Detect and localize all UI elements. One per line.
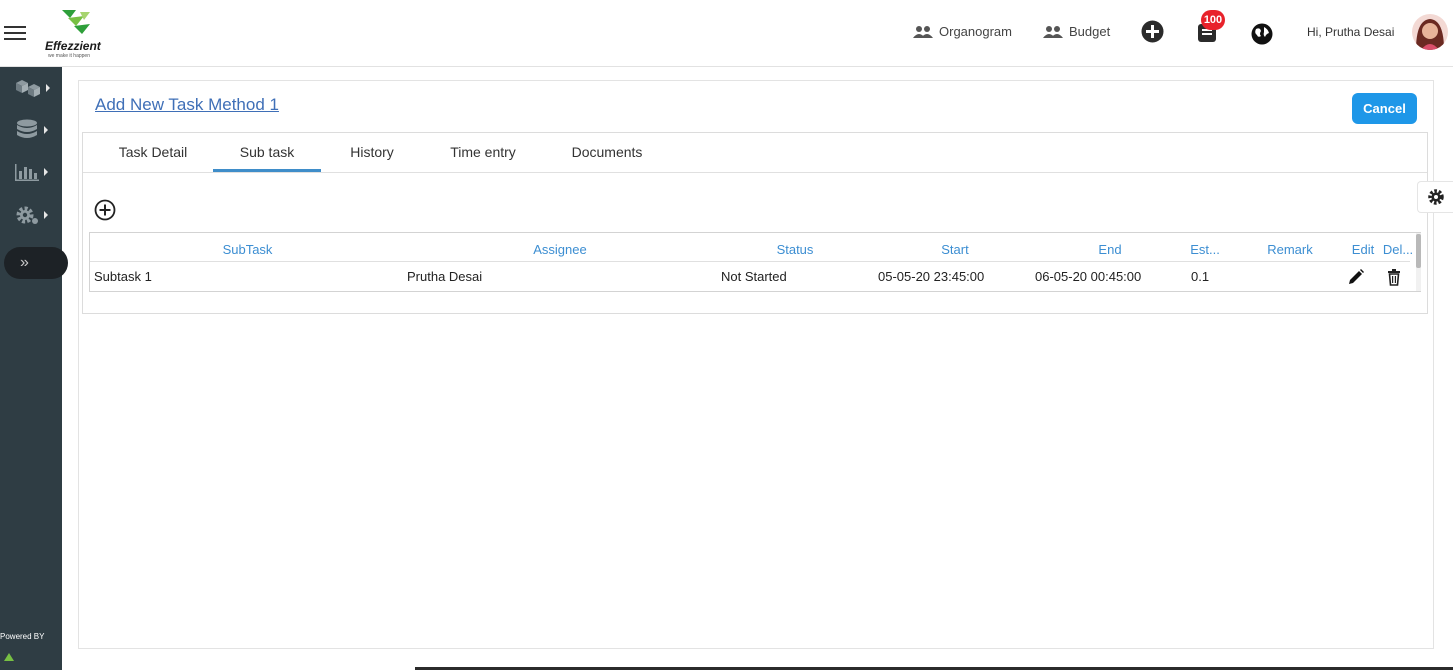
database-icon	[17, 119, 37, 138]
tab-task-detail[interactable]: Task Detail	[107, 133, 199, 172]
cell-start: 05-05-20 23:45:00	[878, 269, 985, 284]
globe-icon[interactable]	[1251, 23, 1273, 45]
tab-sub-task[interactable]: Sub task	[213, 133, 321, 172]
cell-status: Not Started	[721, 269, 787, 284]
grid-scrollbar-thumb[interactable]	[1416, 234, 1421, 268]
logo-name: Effezzient	[45, 39, 101, 53]
add-circle-icon[interactable]	[1141, 20, 1164, 43]
powered-by-label: Powered BY	[0, 632, 45, 641]
avatar[interactable]	[1412, 14, 1448, 50]
people-icon	[1043, 25, 1063, 38]
column-header-start[interactable]: Start	[875, 242, 1035, 257]
tab-history[interactable]: History	[339, 133, 405, 172]
tab-bar: Task Detail Sub task History Time entry …	[83, 133, 1427, 173]
user-avatar-icon	[1412, 14, 1448, 50]
tab-documents[interactable]: Documents	[563, 133, 651, 172]
cell-end: 06-05-20 00:45:00	[1035, 269, 1142, 284]
boxes-icon	[16, 80, 40, 97]
cancel-button[interactable]: Cancel	[1352, 93, 1417, 124]
sidebar-item-settings[interactable]	[14, 202, 54, 228]
task-panel: Task Detail Sub task History Time entry …	[82, 132, 1428, 314]
gear-icon	[1427, 189, 1444, 205]
page-title[interactable]: Add New Task Method 1	[95, 95, 279, 115]
settings-panel-button[interactable]	[1417, 181, 1453, 213]
column-header-edit[interactable]: Edit	[1345, 242, 1381, 257]
cell-estimate: 0.1	[1191, 269, 1210, 284]
top-bar: Effezzient we make it happen Organogram …	[0, 0, 1453, 67]
gear-icon	[16, 206, 38, 224]
column-header-remark[interactable]: Remark	[1235, 242, 1345, 257]
user-greeting: Hi, Prutha Desai	[1307, 25, 1395, 39]
logo-mark-icon	[62, 10, 90, 34]
column-header-status[interactable]: Status	[715, 242, 875, 257]
sidebar: » Powered BY	[0, 67, 68, 670]
table-row[interactable]: Subtask 1 Prutha Desai Not Started 05-05…	[90, 262, 1410, 291]
bar-chart-icon	[15, 164, 39, 181]
sidebar-item-database[interactable]	[14, 117, 54, 143]
budget-label: Budget	[1069, 24, 1111, 39]
logo-tagline: we make it happen	[48, 53, 90, 59]
organogram-link[interactable]: Organogram	[913, 24, 1012, 39]
grid-header: SubTask Assignee Status Start End Est...…	[90, 233, 1413, 262]
people-icon	[913, 25, 933, 38]
hamburger-menu-icon[interactable]	[4, 26, 26, 42]
cell-subtask: Subtask 1	[94, 269, 152, 284]
cell-assignee: Prutha Desai	[407, 269, 483, 284]
sidebar-item-modules[interactable]	[14, 75, 54, 101]
budget-link[interactable]: Budget	[1043, 24, 1110, 39]
column-header-subtask[interactable]: SubTask	[90, 242, 405, 257]
sidebar-item-reports[interactable]	[14, 159, 54, 185]
subtask-grid: SubTask Assignee Status Start End Est...…	[89, 232, 1421, 292]
notification-badge: 100	[1201, 10, 1225, 30]
tab-time-entry[interactable]: Time entry	[443, 133, 523, 172]
add-subtask-icon[interactable]	[94, 199, 116, 221]
organogram-label: Organogram	[939, 24, 1012, 39]
sidebar-expand-button[interactable]: »	[4, 247, 68, 279]
pencil-icon[interactable]	[1347, 268, 1365, 286]
powered-by-logo-icon	[4, 653, 14, 661]
column-header-end[interactable]: End	[1035, 242, 1185, 257]
column-header-delete[interactable]: Del...	[1382, 242, 1414, 257]
main-content: Add New Task Method 1 Cancel Task Detail…	[78, 80, 1434, 649]
logo[interactable]: Effezzient we make it happen	[44, 6, 114, 62]
trash-icon[interactable]	[1387, 268, 1401, 286]
column-header-estimate[interactable]: Est...	[1185, 242, 1225, 257]
column-header-assignee[interactable]: Assignee	[405, 242, 715, 257]
